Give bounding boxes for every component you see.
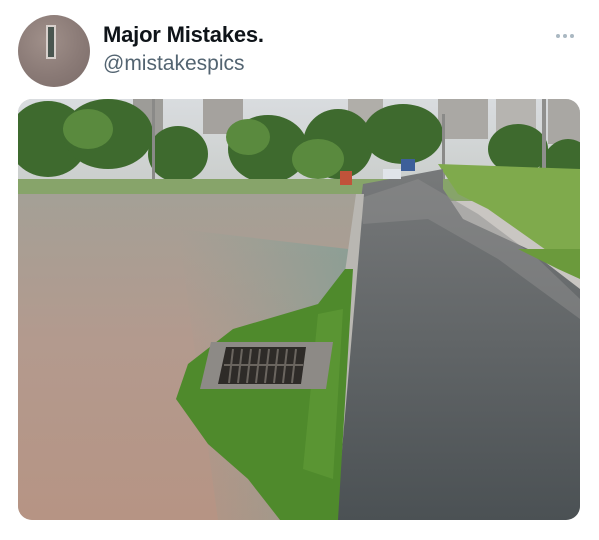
- user-handle[interactable]: @mistakespics: [103, 52, 245, 76]
- avatar[interactable]: [18, 15, 90, 87]
- dot: [556, 34, 560, 38]
- flood-photo-illustration: [18, 99, 580, 520]
- tweet-card: Major Mistakes. @mistakespics: [0, 0, 599, 540]
- avatar-window-graphic: [46, 25, 56, 59]
- dot: [570, 34, 574, 38]
- tweet-photo[interactable]: [18, 99, 580, 520]
- more-options-icon[interactable]: [548, 24, 582, 48]
- display-name[interactable]: Major Mistakes.: [103, 22, 264, 48]
- dot: [563, 34, 567, 38]
